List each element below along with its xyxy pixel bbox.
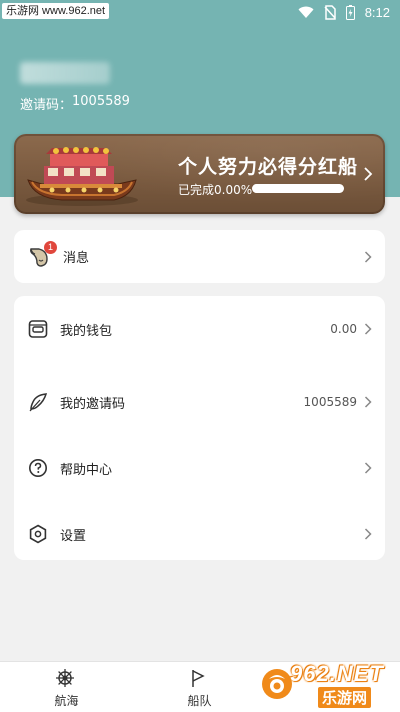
invite-code-row-value: 1005589 bbox=[303, 395, 357, 409]
banner-progress-label: 已完成0.00% bbox=[178, 183, 253, 197]
flag-icon bbox=[192, 670, 205, 687]
username-blurred bbox=[20, 62, 110, 84]
watermark-text-secondary: 乐游网 bbox=[318, 687, 372, 708]
help-icon bbox=[29, 459, 47, 477]
invite-code-row[interactable]: 我的邀请码 1005589 bbox=[14, 369, 385, 435]
watermark-text-primary: 962.NET bbox=[290, 661, 384, 686]
wallet-label: 我的钱包 bbox=[60, 323, 113, 339]
message-count-badge: 1 bbox=[44, 241, 57, 254]
site-logo-icon bbox=[262, 669, 292, 699]
chevron-right-icon bbox=[364, 250, 372, 263]
invite-code-label-row: 我的邀请码 bbox=[60, 396, 126, 412]
settings-row[interactable]: 设置 bbox=[14, 501, 385, 567]
chevron-right-icon bbox=[364, 462, 372, 474]
chevron-right-icon bbox=[364, 396, 372, 408]
menu-card: 我的钱包 0.00 我的邀请码 1005589 帮助中心 设置 bbox=[14, 296, 385, 560]
wallet-row[interactable]: 我的钱包 0.00 bbox=[14, 296, 385, 362]
site-watermark-label: 乐游网 www.962.net bbox=[2, 3, 110, 19]
settings-icon bbox=[29, 524, 47, 544]
messages-row[interactable]: 1 消息 bbox=[14, 230, 385, 283]
settings-label: 设置 bbox=[60, 528, 87, 544]
dragon-boat-icon bbox=[26, 147, 138, 206]
help-center-row[interactable]: 帮助中心 bbox=[14, 435, 385, 501]
chevron-right-icon bbox=[364, 528, 372, 540]
chevron-right-icon bbox=[364, 167, 373, 181]
wifi-icon bbox=[298, 6, 314, 18]
ship-wheel-icon bbox=[56, 669, 74, 687]
no-sim-icon bbox=[324, 4, 336, 20]
banner-title: 个人努力必得分红船 bbox=[178, 156, 359, 178]
messages-label: 消息 bbox=[63, 251, 90, 266]
help-center-label: 帮助中心 bbox=[60, 462, 113, 478]
feather-icon bbox=[29, 393, 48, 412]
tab-fleet-label: 船队 bbox=[187, 694, 212, 708]
battery-charging-icon bbox=[345, 4, 355, 20]
clock: 8:12 bbox=[364, 4, 390, 20]
invite-code-line: 邀请码： 1005589 bbox=[20, 94, 130, 113]
site-watermark-logo: 962.NET 乐游网 bbox=[256, 661, 396, 709]
chevron-right-icon bbox=[364, 323, 372, 335]
wallet-icon bbox=[28, 320, 48, 338]
dividend-ship-banner[interactable]: 个人努力必得分红船 已完成0.00% bbox=[14, 134, 385, 214]
banner-progress-bar bbox=[252, 184, 344, 193]
tab-fleet[interactable]: 船队 bbox=[133, 662, 266, 712]
status-bar: 乐游网 www.962.net 8:12 bbox=[0, 0, 400, 24]
tab-voyage[interactable]: 航海 bbox=[0, 662, 133, 712]
invite-code-value: 1005589 bbox=[72, 94, 130, 109]
tab-voyage-label: 航海 bbox=[54, 694, 79, 708]
messages-card: 1 消息 bbox=[14, 230, 385, 283]
wallet-balance: 0.00 bbox=[330, 322, 357, 336]
system-icons: 8:12 bbox=[298, 3, 390, 21]
invite-code-label: 邀请码： bbox=[20, 98, 73, 113]
